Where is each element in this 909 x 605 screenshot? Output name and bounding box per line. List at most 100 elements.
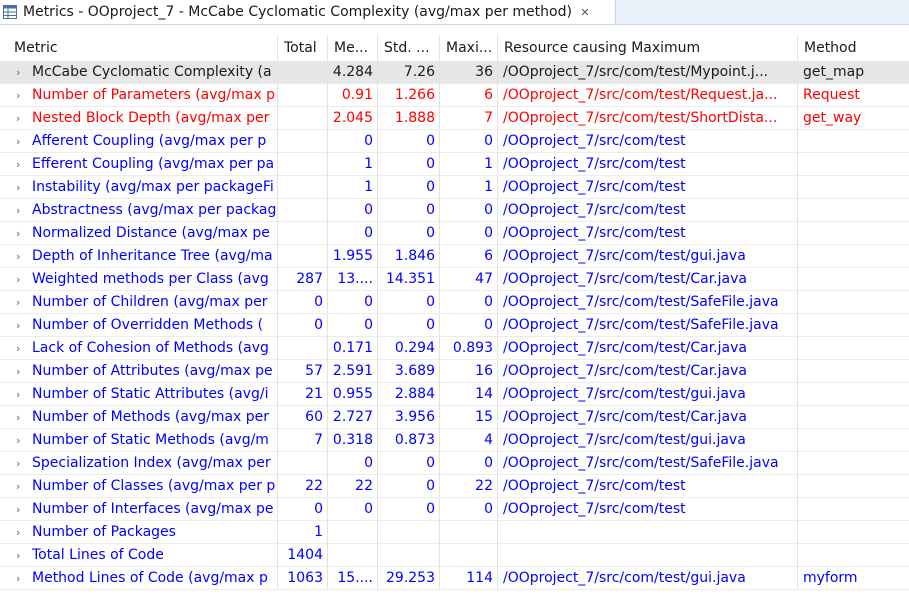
column-header-maximum[interactable]: Maxi... <box>440 35 498 61</box>
table-row[interactable]: › Number of Static Methods (avg/m 7 0.318 0.… <box>0 429 909 452</box>
mean-cell: 13.... <box>328 268 378 291</box>
table-row[interactable]: › Number of Interfaces (avg/max pe 0 0 0 0/OO… <box>0 498 909 521</box>
total-cell <box>278 337 328 360</box>
chevron-right-icon[interactable]: › <box>0 268 32 290</box>
std-dev-cell: 0 <box>378 130 440 153</box>
chevron-right-icon[interactable]: › <box>0 176 32 198</box>
metric-cell: › Number of Children (avg/max per <box>0 291 278 314</box>
chevron-right-icon[interactable]: › <box>0 360 32 382</box>
resource-cell: /OOproject_7/src/com/test/Car.java <box>498 337 798 360</box>
chevron-right-icon[interactable]: › <box>0 153 32 175</box>
metric-cell: › Depth of Inheritance Tree (avg/ma <box>0 245 278 268</box>
table-row[interactable]: › Number of Classes (avg/max per p 22 22 0 22… <box>0 475 909 498</box>
close-icon[interactable]: ✕ <box>578 5 592 19</box>
method-cell <box>798 360 909 383</box>
table-row[interactable]: › Weighted methods per Class (avg 287 13...… <box>0 268 909 291</box>
chevron-right-icon[interactable]: › <box>0 314 32 336</box>
table-row[interactable]: › Depth of Inheritance Tree (avg/ma 1.955 1… <box>0 245 909 268</box>
metric-name: Instability (avg/max per packageFi <box>32 179 274 195</box>
metrics-tab[interactable]: Metrics - OOproject_7 - McCabe Cyclomati… <box>0 0 616 24</box>
method-cell: get_way <box>798 107 909 130</box>
table-row[interactable]: › Total Lines of Code 1404 <box>0 544 909 567</box>
chevron-right-icon[interactable]: › <box>0 498 32 520</box>
chevron-right-icon[interactable]: › <box>0 452 32 474</box>
chevron-right-icon[interactable]: › <box>0 475 32 497</box>
table-row[interactable]: › Lack of Cohesion of Methods (avg 0.171 0.… <box>0 337 909 360</box>
table-row[interactable]: › Number of Static Attributes (avg/i 21 0.9… <box>0 383 909 406</box>
table-row[interactable]: › Abstractness (avg/max per packag 0 0 0/OOp… <box>0 199 909 222</box>
table-row[interactable]: › Efferent Coupling (avg/max per pa 1 0 1/OO… <box>0 153 909 176</box>
chevron-right-icon[interactable]: › <box>0 567 32 589</box>
total-cell: 1404 <box>278 544 328 567</box>
column-header-std-dev[interactable]: Std. ... <box>378 35 440 61</box>
table-row[interactable]: › Number of Attributes (avg/max pe 57 2.591… <box>0 360 909 383</box>
table-row[interactable]: › Instability (avg/max per packageFi 1 0 1/O… <box>0 176 909 199</box>
std-dev-cell: 0 <box>378 199 440 222</box>
metric-name: Lack of Cohesion of Methods (avg <box>32 340 269 356</box>
chevron-right-icon[interactable]: › <box>0 406 32 428</box>
metric-cell: › Nested Block Depth (avg/max per <box>0 107 278 130</box>
table-row[interactable]: › McCabe Cyclomatic Complexity (a 4.284 7.2… <box>0 61 909 84</box>
metric-cell: › Method Lines of Code (avg/max p <box>0 567 278 590</box>
metric-cell: › Specialization Index (avg/max per <box>0 452 278 475</box>
table-row[interactable]: › Afferent Coupling (avg/max per p 0 0 0/OOp… <box>0 130 909 153</box>
chevron-right-icon[interactable]: › <box>0 337 32 359</box>
table-row[interactable]: › Nested Block Depth (avg/max per 2.045 1.8… <box>0 107 909 130</box>
column-header-method[interactable]: Method <box>798 35 909 61</box>
resource-cell: /OOproject_7/src/com/test/SafeFile.java <box>498 452 798 475</box>
std-dev-cell: 0 <box>378 498 440 521</box>
metric-cell: › Instability (avg/max per packageFi <box>0 176 278 199</box>
metric-name: Number of Classes (avg/max per p <box>32 478 276 494</box>
total-cell <box>278 61 328 84</box>
metric-cell: › Number of Static Methods (avg/m <box>0 429 278 452</box>
maximum-cell: 22 <box>440 475 498 498</box>
table-row[interactable]: › Number of Overridden Methods (0 0 0 0/OOpr… <box>0 314 909 337</box>
table-row[interactable]: › Specialization Index (avg/max per 0 0 0/OO… <box>0 452 909 475</box>
table-row[interactable]: › Number of Packages 1 <box>0 521 909 544</box>
chevron-right-icon[interactable]: › <box>0 222 32 244</box>
metric-name: Number of Children (avg/max per <box>32 294 268 310</box>
maximum-cell: 6 <box>440 84 498 107</box>
chevron-right-icon[interactable]: › <box>0 291 32 313</box>
metric-cell: › Efferent Coupling (avg/max per pa <box>0 153 278 176</box>
chevron-right-icon[interactable]: › <box>0 84 32 106</box>
column-header-mean[interactable]: Me... <box>328 35 378 61</box>
table-row[interactable]: › Normalized Distance (avg/max pe 0 0 0/OOpr… <box>0 222 909 245</box>
method-cell <box>798 429 909 452</box>
std-dev-cell: 3.689 <box>378 360 440 383</box>
mean-cell: 0.91 <box>328 84 378 107</box>
std-dev-cell: 0.294 <box>378 337 440 360</box>
std-dev-cell: 2.884 <box>378 383 440 406</box>
editor-tab-bar: Metrics - OOproject_7 - McCabe Cyclomati… <box>0 0 909 25</box>
chevron-right-icon[interactable]: › <box>0 130 32 152</box>
chevron-right-icon[interactable]: › <box>0 245 32 267</box>
chevron-right-icon[interactable]: › <box>0 199 32 221</box>
method-cell <box>798 475 909 498</box>
column-header-metric[interactable]: Metric <box>0 35 278 61</box>
resource-cell: /OOproject_7/src/com/test/gui.java <box>498 245 798 268</box>
metric-name: Afferent Coupling (avg/max per p <box>32 133 267 149</box>
metric-cell: › Weighted methods per Class (avg <box>0 268 278 291</box>
std-dev-cell: 0.873 <box>378 429 440 452</box>
chevron-right-icon[interactable]: › <box>0 61 32 83</box>
method-cell <box>798 406 909 429</box>
column-header-total[interactable]: Total <box>278 35 328 61</box>
metric-cell: › Number of Overridden Methods ( <box>0 314 278 337</box>
chevron-right-icon[interactable]: › <box>0 429 32 451</box>
maximum-cell: 0 <box>440 452 498 475</box>
table-row[interactable]: › Method Lines of Code (avg/max p 1063 15..… <box>0 567 909 590</box>
mean-cell: 0 <box>328 199 378 222</box>
metric-name: Depth of Inheritance Tree (avg/ma <box>32 248 273 264</box>
resource-cell: /OOproject_7/src/com/test/Request.ja... <box>498 84 798 107</box>
maximum-cell: 0 <box>440 222 498 245</box>
table-row[interactable]: › Number of Children (avg/max per 0 0 0 0/OOp… <box>0 291 909 314</box>
table-row[interactable]: › Number of Methods (avg/max per 60 2.727 3.… <box>0 406 909 429</box>
chevron-right-icon[interactable]: › <box>0 544 32 566</box>
column-header-resource[interactable]: Resource causing Maximum <box>498 35 798 61</box>
chevron-right-icon[interactable]: › <box>0 383 32 405</box>
total-cell: 0 <box>278 314 328 337</box>
chevron-right-icon[interactable]: › <box>0 521 32 543</box>
metric-name: Number of Interfaces (avg/max pe <box>32 501 274 517</box>
chevron-right-icon[interactable]: › <box>0 107 32 129</box>
table-row[interactable]: › Number of Parameters (avg/max p 0.91 1.26… <box>0 84 909 107</box>
